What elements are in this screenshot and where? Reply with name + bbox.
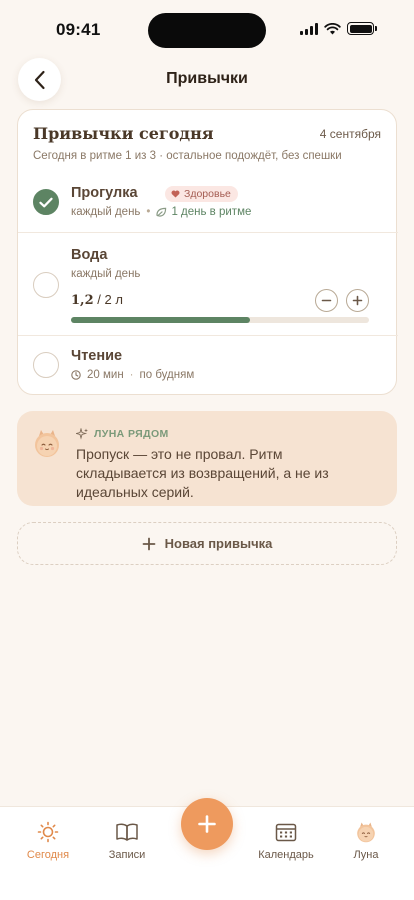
status-bar: 09:41 bbox=[0, 0, 414, 60]
water-amount: 1,2 / 2 л bbox=[71, 292, 123, 308]
habit-frequency: каждый день bbox=[71, 206, 141, 218]
habit-tag-label: Здоровье bbox=[184, 188, 231, 200]
habit-checkbox-checked[interactable] bbox=[33, 189, 59, 215]
status-icons bbox=[300, 22, 377, 35]
battery-icon bbox=[347, 22, 377, 35]
water-progress-fill bbox=[71, 317, 250, 323]
tab-calendar[interactable]: Календарь bbox=[251, 821, 321, 861]
status-time: 09:41 bbox=[56, 20, 101, 39]
habit-checkbox[interactable] bbox=[33, 272, 59, 298]
habit-schedule: по будням bbox=[139, 369, 195, 381]
clock-icon bbox=[71, 370, 81, 380]
today-habits-card: Привычки сегодня 4 сентября Сегодня в ри… bbox=[17, 109, 398, 395]
habit-tag-health: Здоровье bbox=[165, 186, 238, 202]
habit-name: Вода bbox=[71, 247, 108, 263]
tab-label: Сегодня bbox=[26, 849, 70, 861]
book-icon bbox=[116, 823, 138, 841]
increase-button[interactable] bbox=[346, 289, 369, 312]
tab-label: Календарь bbox=[258, 849, 314, 861]
water-progress-bar bbox=[71, 317, 369, 323]
decrease-button[interactable] bbox=[315, 289, 338, 312]
luna-note-text: Пропуск — это не провал. Ритм складывает… bbox=[76, 446, 329, 500]
tab-label: Записи bbox=[108, 849, 146, 861]
luna-note-header: ЛУНА РЯДОМ bbox=[76, 428, 169, 440]
sun-icon bbox=[37, 821, 59, 843]
leaf-icon bbox=[156, 207, 167, 217]
luna-note-label: ЛУНА РЯДОМ bbox=[94, 428, 169, 440]
habit-name: Чтение bbox=[71, 348, 123, 364]
luna-avatar-icon bbox=[35, 430, 59, 457]
new-habit-label: Новая привычка bbox=[164, 536, 273, 551]
minus-icon bbox=[321, 299, 332, 302]
habit-streak: 1 день в ритме bbox=[156, 206, 251, 218]
new-habit-button[interactable]: Новая привычка bbox=[17, 522, 397, 565]
luna-note-card: ЛУНА РЯДОМ Пропуск — это не провал. Ритм… bbox=[17, 411, 397, 506]
tab-today[interactable]: Сегодня bbox=[13, 821, 83, 861]
habit-meta-reading: 20 мин · по будням bbox=[71, 369, 194, 381]
heart-icon bbox=[171, 190, 180, 198]
habit-row-reading[interactable]: Чтение 20 мин · по будням bbox=[18, 335, 398, 395]
habit-row-water[interactable]: Вода каждый день 1,2 / 2 л bbox=[18, 232, 398, 335]
water-amount-current: 1,2 bbox=[71, 293, 94, 308]
sparkle-icon bbox=[76, 428, 88, 440]
cellular-signal-icon bbox=[300, 22, 318, 35]
tab-notes[interactable]: Записи bbox=[92, 821, 162, 861]
habit-checkbox[interactable] bbox=[33, 352, 59, 378]
habit-duration: 20 мин bbox=[87, 369, 124, 381]
dynamic-island bbox=[148, 13, 266, 48]
wifi-icon bbox=[324, 22, 341, 34]
habit-frequency: каждый день bbox=[71, 268, 141, 280]
add-fab-button[interactable] bbox=[181, 798, 233, 850]
plus-icon bbox=[142, 537, 156, 550]
card-date: 4 сентября bbox=[319, 127, 381, 141]
habit-meta-walk: каждый день • 1 день в ритме bbox=[71, 206, 252, 218]
check-icon bbox=[39, 197, 53, 207]
tab-luna[interactable]: Луна bbox=[331, 821, 401, 861]
luna-icon bbox=[357, 822, 375, 843]
tab-label: Луна bbox=[353, 849, 379, 861]
card-subtitle: Сегодня в ритме 1 из 3 · остальное подож… bbox=[33, 150, 342, 162]
water-amount-goal: / 2 л bbox=[97, 292, 123, 307]
plus-icon bbox=[198, 815, 216, 833]
habit-streak-text: 1 день в ритме bbox=[171, 206, 252, 218]
habit-name: Прогулка bbox=[71, 185, 138, 201]
card-header: Привычки сегодня 4 сентября Сегодня в ри… bbox=[33, 124, 381, 162]
page-title: Привычки bbox=[166, 70, 248, 87]
plus-icon bbox=[352, 295, 363, 306]
calendar-icon bbox=[275, 823, 297, 842]
